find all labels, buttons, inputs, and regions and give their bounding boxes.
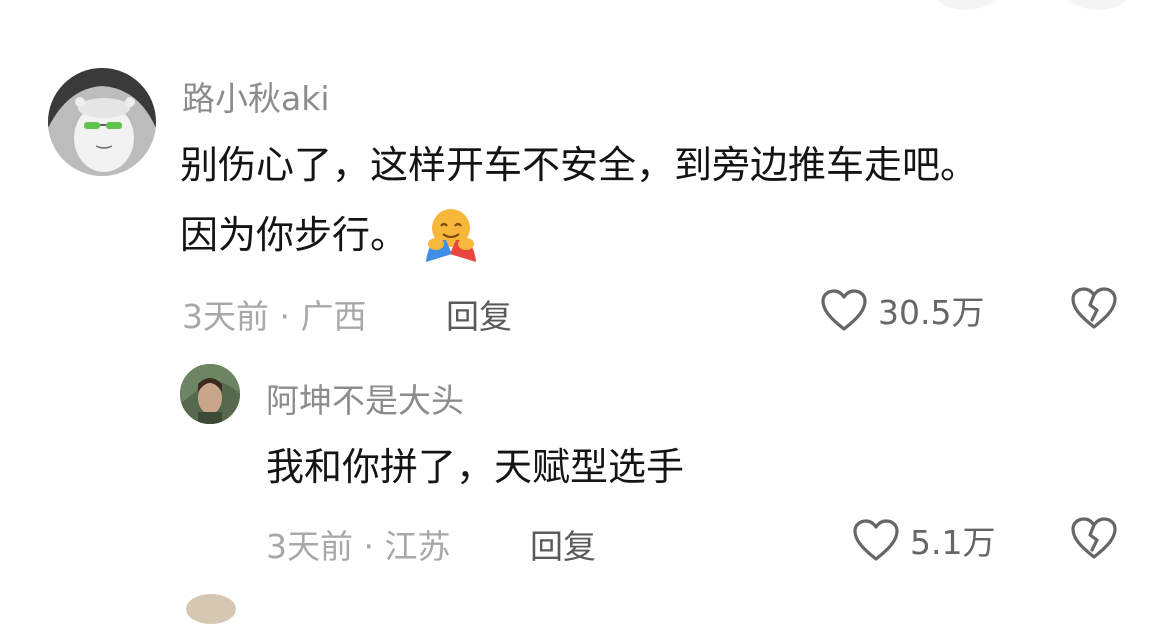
comment-username[interactable]: 阿坤不是大头 xyxy=(266,374,464,422)
comment-username[interactable]: 路小秋aki xyxy=(182,72,330,120)
hugging-face-emoji-icon xyxy=(426,208,477,262)
avatar[interactable] xyxy=(180,364,240,424)
avatar-image xyxy=(180,364,240,424)
broken-heart-icon xyxy=(1071,287,1117,329)
like-count: 5.1万 xyxy=(910,523,996,562)
like-button[interactable]: 5.1万 xyxy=(852,516,995,564)
top-action-circle xyxy=(1066,0,1130,10)
avatar[interactable] xyxy=(186,594,236,624)
avatar[interactable] xyxy=(48,68,156,176)
comment-meta: 3天前 · 广西 xyxy=(182,297,367,336)
comment-text-line: 别伤心了，这样开车不安全，到旁边推车走吧。 xyxy=(180,143,979,187)
heart-outline-icon xyxy=(821,289,867,331)
broken-heart-icon xyxy=(1071,517,1117,559)
reply-button[interactable]: 回复 xyxy=(446,290,512,338)
like-count: 30.5万 xyxy=(878,293,985,332)
avatar-image xyxy=(48,68,156,176)
comment-text-line-2: 因为你步行。 xyxy=(180,200,480,270)
reply-button[interactable]: 回复 xyxy=(530,520,596,568)
heart-outline-icon xyxy=(853,519,899,561)
dislike-button[interactable] xyxy=(1070,516,1118,564)
dislike-button[interactable] xyxy=(1070,286,1118,334)
comment-text: 因为你步行。 xyxy=(180,213,409,257)
top-action-circle xyxy=(934,0,998,10)
comment-meta: 3天前 · 江苏 xyxy=(266,527,451,566)
comment-text: 我和你拼了，天赋型选手 xyxy=(266,445,685,489)
like-button[interactable]: 30.5万 xyxy=(820,286,984,334)
